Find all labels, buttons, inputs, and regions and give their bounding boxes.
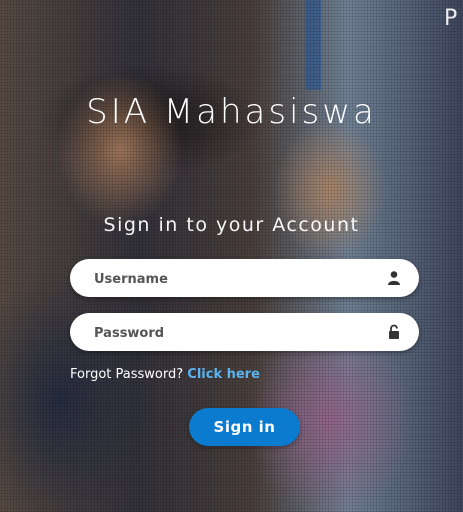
- corner-letter: P: [444, 6, 458, 31]
- login-heading: Sign in to your Account: [103, 214, 360, 236]
- password-input[interactable]: [92, 313, 376, 353]
- forgot-password-text: Forgot Password?: [70, 367, 184, 382]
- username-input[interactable]: [92, 259, 376, 299]
- password-field[interactable]: [70, 313, 419, 353]
- username-field[interactable]: [70, 259, 419, 299]
- forgot-password-row: Forgot Password? Click here: [70, 367, 260, 382]
- forgot-password-link[interactable]: Click here: [187, 367, 260, 382]
- user-icon: [388, 271, 400, 285]
- app-title: SIA Mahasiswa: [86, 92, 377, 132]
- lock-icon: [389, 324, 399, 339]
- sign-in-button[interactable]: Sign in: [189, 408, 300, 446]
